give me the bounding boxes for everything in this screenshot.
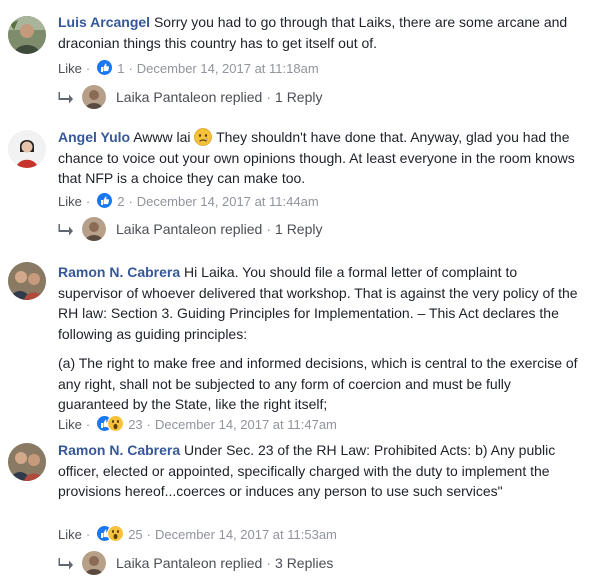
reply-author: Laika Pantaleon (116, 221, 217, 237)
comment-author[interactable]: Ramon N. Cabrera (58, 264, 180, 280)
comment-author[interactable]: Luis Arcangel (58, 14, 150, 30)
reply-arrow-icon (58, 558, 73, 570)
comment-author[interactable]: Angel Yulo (58, 129, 130, 145)
timestamp[interactable]: December 14, 2017 at 11:44am (137, 194, 319, 209)
comment-body: Ramon N. Cabrera Under Sec. 23 of the RH… (58, 440, 582, 502)
reactions-summary[interactable] (96, 525, 125, 542)
separator: · (85, 61, 91, 76)
reply-author: Laika Pantaleon (116, 555, 217, 571)
reply-verb: replied (220, 221, 263, 237)
separator: · (85, 194, 91, 209)
like-button[interactable]: Like (58, 194, 82, 209)
avatar-image-icon (8, 443, 46, 481)
replies-link[interactable]: Laika Pantaleon replied · 1 Reply (58, 84, 322, 110)
separator: · (85, 417, 91, 432)
replies-link[interactable]: Laika Pantaleon replied · 3 Replies (58, 550, 333, 576)
reply-verb: replied (220, 555, 263, 571)
comment-body: Angel Yulo Awww lai They shouldn't have … (58, 127, 582, 189)
avatar-image-icon (8, 16, 46, 54)
avatar-image-icon (8, 130, 46, 168)
comment-meta: Like · 23 · December 14, 2017 at 11:47am (58, 415, 337, 433)
replies-link[interactable]: Laika Pantaleon replied · 1 Reply (58, 216, 322, 242)
separator: · (146, 417, 152, 432)
timestamp[interactable]: December 14, 2017 at 11:47am (155, 417, 337, 432)
reply-count: 1 Reply (275, 89, 323, 105)
wow-reaction-icon (107, 415, 125, 432)
comment-author[interactable]: Ramon N. Cabrera (58, 442, 180, 458)
comment-meta: Like · 25 · December 14, 2017 at 11:53am (58, 525, 337, 543)
reply-avatar (82, 551, 106, 575)
reply-count: 3 Replies (275, 555, 334, 571)
comment-meta: Like · 2 · December 14, 2017 at 11:44am (58, 192, 319, 213)
like-button[interactable]: Like (58, 61, 82, 76)
like-button[interactable]: Like (58, 417, 82, 432)
avatar[interactable] (8, 130, 46, 168)
reply-arrow-icon (58, 92, 73, 104)
reply-count: 1 Reply (275, 221, 323, 237)
comment-text-paragraph-2: (a) The right to make free and informed … (58, 355, 578, 412)
reaction-count[interactable]: 2 (117, 194, 124, 209)
reaction-count[interactable]: 25 (128, 527, 142, 542)
separator: · (146, 527, 152, 542)
separator: · (266, 89, 272, 105)
separator: · (128, 194, 133, 209)
avatar[interactable] (8, 16, 46, 54)
separator: · (85, 527, 91, 542)
separator: · (128, 61, 133, 76)
separator: · (266, 555, 272, 571)
reply-verb: replied (220, 89, 263, 105)
reply-avatar (82, 217, 106, 241)
avatar-image-icon (8, 262, 46, 300)
like-reaction-icon[interactable] (96, 59, 114, 80)
comment-body: Luis Arcangel Sorry you had to go throug… (58, 12, 582, 53)
comment-body: Ramon N. Cabrera Hi Laika. You should fi… (58, 262, 582, 415)
timestamp[interactable]: December 14, 2017 at 11:53am (155, 527, 337, 542)
reactions-summary[interactable] (96, 415, 125, 432)
comment-meta: Like · 1 · December 14, 2017 at 11:18am (58, 59, 319, 80)
reaction-count[interactable]: 1 (117, 61, 124, 76)
avatar[interactable] (8, 443, 46, 481)
reply-arrow-icon (58, 224, 73, 236)
avatar[interactable] (8, 262, 46, 300)
wow-reaction-icon (107, 525, 125, 542)
timestamp[interactable]: December 14, 2017 at 11:18am (137, 61, 319, 76)
reaction-count[interactable]: 23 (128, 417, 142, 432)
like-reaction-icon[interactable] (96, 192, 114, 213)
sad-emoji-icon (194, 128, 213, 146)
reply-author: Laika Pantaleon (116, 89, 217, 105)
reply-avatar (82, 85, 106, 109)
separator: · (266, 221, 272, 237)
comment-text-start: Awww lai (133, 129, 191, 145)
like-button[interactable]: Like (58, 527, 82, 542)
